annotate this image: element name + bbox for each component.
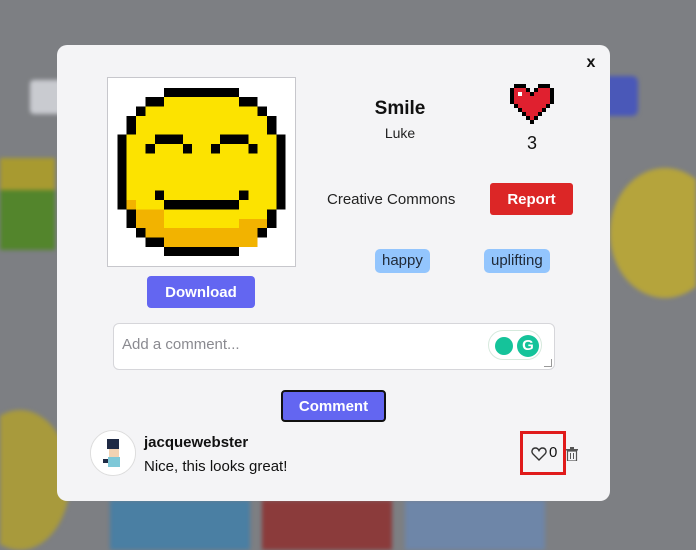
heart-outline-icon xyxy=(531,447,547,461)
background-tile xyxy=(610,168,696,298)
like-count: 3 xyxy=(526,133,537,153)
comment-input[interactable]: Add a comment... G xyxy=(113,323,555,370)
resize-handle[interactable] xyxy=(544,359,552,367)
comment-text: Nice, this looks great! xyxy=(144,458,288,475)
smiley-pixel-art xyxy=(108,78,295,266)
avatar-image xyxy=(91,431,135,475)
background-tile xyxy=(262,500,392,550)
background-tile xyxy=(0,190,55,250)
background-tile xyxy=(405,500,545,550)
bulb-icon[interactable] xyxy=(495,337,513,355)
comment-username[interactable]: jacquewebster xyxy=(144,434,248,451)
tag-uplifting[interactable]: uplifting xyxy=(484,249,550,273)
comment-button[interactable]: Comment xyxy=(281,390,386,422)
artwork-modal: x Download Smile Luke 3 Creative Commons… xyxy=(57,45,610,501)
avatar xyxy=(90,430,136,476)
grammarly-widget[interactable]: G xyxy=(488,330,542,360)
artwork-author[interactable]: Luke xyxy=(340,125,460,141)
license-label: Creative Commons xyxy=(327,191,456,208)
heart-icon[interactable] xyxy=(510,83,554,125)
comment-placeholder: Add a comment... xyxy=(122,336,240,353)
background-tile xyxy=(110,500,250,550)
artwork-title: Smile xyxy=(374,98,426,119)
close-button[interactable]: x xyxy=(583,53,599,73)
report-button[interactable]: Report xyxy=(490,183,573,215)
artwork-image xyxy=(107,77,296,267)
comment-like-count: 0 xyxy=(549,444,558,461)
download-button[interactable]: Download xyxy=(147,276,255,308)
tag-happy[interactable]: happy xyxy=(375,249,430,273)
comment-like-button[interactable]: 0 xyxy=(520,431,566,475)
grammarly-icon[interactable]: G xyxy=(517,335,539,357)
trash-icon[interactable] xyxy=(566,447,578,461)
